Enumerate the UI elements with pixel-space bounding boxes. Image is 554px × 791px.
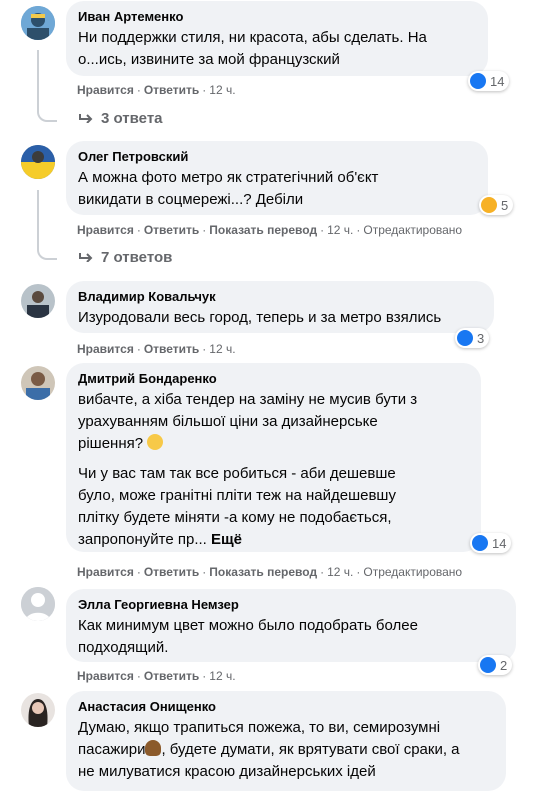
- comment-author[interactable]: Олег Петровский: [78, 149, 476, 165]
- like-link[interactable]: Нравится: [77, 565, 134, 579]
- comment-bubble: Владимир Ковальчук Изуродовали весь горо…: [66, 281, 494, 333]
- comment-author[interactable]: Элла Георгиевна Немзер: [78, 597, 504, 613]
- edited-label: Отредактировано: [363, 223, 463, 237]
- avatar[interactable]: [21, 693, 55, 727]
- comment-author[interactable]: Владимир Ковальчук: [78, 289, 482, 305]
- avatar[interactable]: [21, 6, 55, 40]
- smile-emoji-icon: [147, 434, 164, 450]
- reaction-count[interactable]: 14: [468, 71, 510, 91]
- like-reaction-icon: [472, 535, 488, 551]
- comment-author[interactable]: Дмитрий Бондаренко: [78, 371, 469, 387]
- reaction-count[interactable]: 3: [455, 328, 490, 348]
- comment-bubble: Иван Артеменко Ни поддержки стиля, ни кр…: [66, 1, 488, 76]
- comment-text: Изуродовали весь город, теперь и за метр…: [78, 309, 442, 326]
- comment-bubble: Элла Георгиевна Немзер Как минимум цвет …: [66, 589, 516, 662]
- comment-bubble: Олег Петровский А можна фото метро як ст…: [66, 141, 488, 215]
- avatar[interactable]: [21, 366, 55, 400]
- timestamp[interactable]: 12 ч.: [327, 223, 353, 237]
- show-translation-link[interactable]: Показать перевод: [209, 565, 317, 579]
- comment-text-continued: Чи у вас там так все робиться - аби деше…: [78, 465, 396, 548]
- comment-author[interactable]: Иван Артеменко: [78, 9, 476, 25]
- comment-actions: Нравится · Ответить · Показать перевод · 12 ч.…: [77, 565, 463, 579]
- timestamp[interactable]: 12 ч.: [327, 565, 353, 579]
- reply-link[interactable]: Ответить: [144, 669, 199, 683]
- reply-arrow-icon: [79, 114, 93, 123]
- reaction-count[interactable]: 14: [470, 533, 512, 553]
- like-link[interactable]: Нравится: [77, 669, 134, 683]
- like-link[interactable]: Нравится: [77, 83, 134, 97]
- see-more-link[interactable]: Ещё: [211, 531, 242, 548]
- comment-text: А можна фото метро як стратегічний об'єк…: [78, 169, 379, 208]
- timestamp[interactable]: 12 ч.: [209, 342, 235, 356]
- edited-label: Отредактировано: [363, 565, 463, 579]
- timestamp[interactable]: 12 ч.: [209, 83, 235, 97]
- comment-bubble: Дмитрий Бондаренко вибачте, а хіба тенде…: [66, 363, 481, 552]
- comment-actions: Нравится · Ответить · 12 ч.: [77, 342, 236, 356]
- comment-actions: Нравится · Ответить · 12 ч.: [77, 83, 236, 97]
- avatar[interactable]: [21, 145, 55, 179]
- timestamp[interactable]: 12 ч.: [209, 669, 235, 683]
- reply-link[interactable]: Ответить: [144, 342, 199, 356]
- comment-text: вибачте, а хіба тендер на заміну не муси…: [78, 391, 418, 452]
- view-replies-button[interactable]: 7 ответов: [79, 249, 172, 266]
- like-reaction-icon: [470, 73, 486, 89]
- comment-actions: Нравится · Ответить · 12 ч.: [77, 669, 236, 683]
- comment-text: Ни поддержки стиля, ни красота, абы сдел…: [78, 29, 427, 68]
- like-reaction-icon: [457, 330, 473, 346]
- comment-bubble: Анастасия Онищенко Думаю, якщо трапиться…: [66, 691, 506, 791]
- reply-link[interactable]: Ответить: [144, 223, 199, 237]
- reply-arrow-icon: [79, 253, 93, 262]
- comment-text: Как минимум цвет можно было подобрать бо…: [78, 617, 418, 656]
- avatar[interactable]: [21, 587, 55, 621]
- haha-reaction-icon: [481, 197, 497, 213]
- comment-text: Думаю, якщо трапиться пожежа, то ви, сем…: [78, 719, 460, 780]
- show-translation-link[interactable]: Показать перевод: [209, 223, 317, 237]
- poop-emoji-icon: [145, 740, 162, 756]
- comment-actions: Нравится · Ответить · Показать перевод · 12 ч.…: [77, 223, 463, 237]
- like-link[interactable]: Нравится: [77, 342, 134, 356]
- like-reaction-icon: [480, 657, 496, 673]
- reply-link[interactable]: Ответить: [144, 565, 199, 579]
- comment-author[interactable]: Анастасия Онищенко: [78, 699, 494, 715]
- reaction-count[interactable]: 2: [478, 655, 513, 675]
- reaction-count[interactable]: 5: [479, 195, 514, 215]
- avatar[interactable]: [21, 284, 55, 318]
- view-replies-button[interactable]: 3 ответа: [79, 110, 163, 127]
- reply-link[interactable]: Ответить: [144, 83, 199, 97]
- like-link[interactable]: Нравится: [77, 223, 134, 237]
